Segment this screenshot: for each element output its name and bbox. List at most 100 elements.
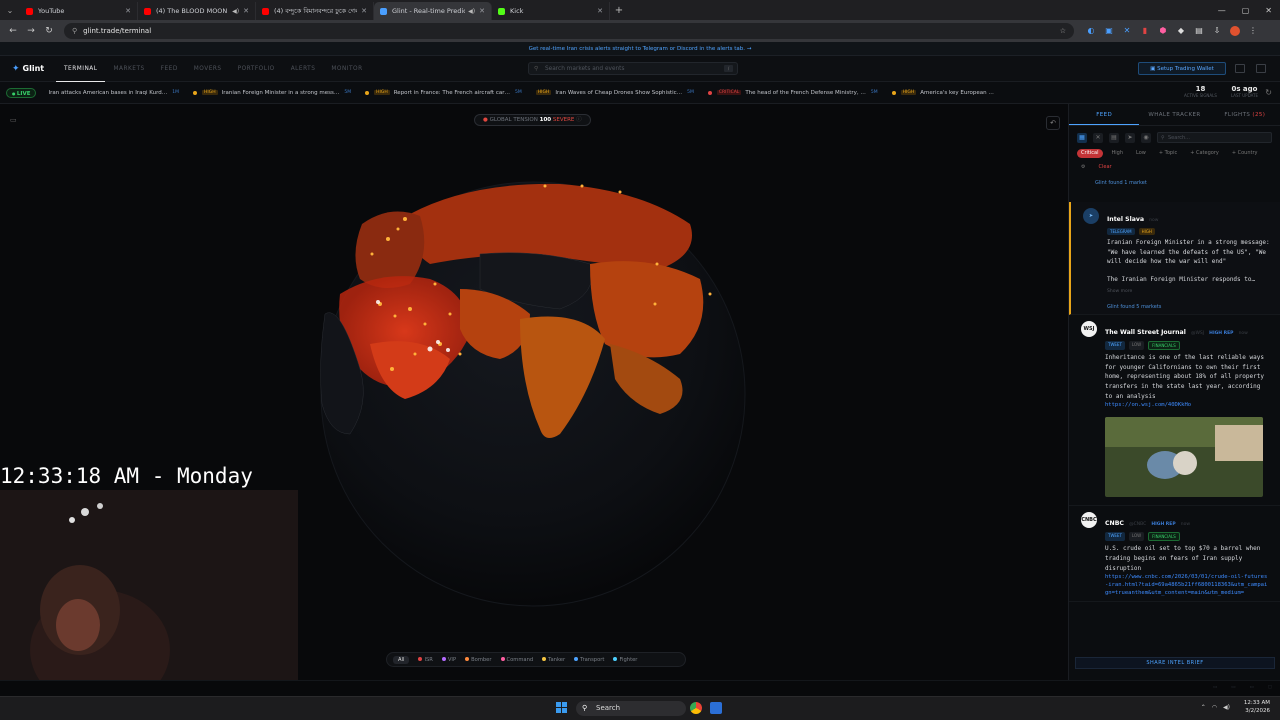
glint-found-markets[interactable]: Glint found 1 market: [1069, 178, 1280, 186]
region-europe[interactable]: [355, 211, 425, 289]
share-intel-brief-button[interactable]: SHARE INTEL BRIEF: [1075, 657, 1275, 669]
chip-topic[interactable]: + Topic: [1155, 149, 1181, 158]
chip-clear[interactable]: Clear: [1094, 163, 1115, 172]
tab-whale-tracker[interactable]: WHALE TRACKER: [1139, 104, 1209, 125]
nav-alerts[interactable]: ALERTS: [283, 56, 324, 82]
speaker-icon[interactable]: ◀): [232, 8, 239, 15]
chip-low[interactable]: Low: [1132, 149, 1150, 158]
market-search-input[interactable]: ⚲ Search markets and events /: [528, 62, 738, 75]
close-icon[interactable]: ✕: [479, 7, 485, 15]
layout-icon[interactable]: [1235, 64, 1245, 73]
close-icon[interactable]: ✕: [597, 7, 603, 15]
grid-icon[interactable]: ▦: [1077, 132, 1087, 143]
legend-tanker[interactable]: Tanker: [542, 656, 565, 663]
ticker-item[interactable]: HIGH America's key European …: [891, 90, 994, 96]
wifi-icon[interactable]: ◠: [1212, 704, 1217, 711]
volume-icon[interactable]: ◀): [1223, 704, 1230, 711]
telegram-icon[interactable]: ➤: [1125, 132, 1135, 143]
feed-post[interactable]: WSJ The Wall Street Journal @WSJ HIGH RE…: [1069, 315, 1280, 507]
ticker-item[interactable]: HIGH Report in France: The French aircraf…: [365, 90, 522, 96]
tab-glint[interactable]: Glint - Real-time Prediction◀) ✕: [374, 2, 492, 20]
ticker-item[interactable]: HIGH Iran Waves of Cheap Drones Show Soph…: [535, 90, 694, 96]
tab-search-icon[interactable]: ⌄: [0, 6, 20, 15]
tab-flights[interactable]: FLIGHTS (25): [1210, 104, 1280, 125]
maximize-icon[interactable]: ▢: [1242, 6, 1250, 15]
minimize-icon[interactable]: —: [1218, 6, 1226, 15]
forward-icon[interactable]: →: [22, 26, 40, 36]
logo[interactable]: ✦ Glint: [0, 64, 56, 74]
extension-icon[interactable]: ⬢: [1158, 26, 1168, 36]
footer-icon[interactable]: ▭: [1231, 685, 1235, 690]
new-tab-button[interactable]: +: [610, 5, 628, 16]
globe-map[interactable]: ▭ ● GLOBAL TENSION 100 SEVERE ⓘ ↶ 12:33:…: [0, 104, 1068, 680]
taskbar-clock[interactable]: 12:33 AM 3/2/2026: [1244, 699, 1270, 715]
fullscreen-icon[interactable]: [1256, 64, 1266, 73]
app-icon[interactable]: [710, 702, 722, 714]
legend-transport[interactable]: Transport: [574, 656, 604, 663]
chip-country[interactable]: + Country: [1228, 149, 1262, 158]
windows-start-icon[interactable]: [556, 702, 568, 714]
extension-icon[interactable]: ◐: [1086, 26, 1096, 36]
glint-found-markets[interactable]: Glint found 5 markets: [1107, 304, 1270, 310]
ticker-item[interactable]: Iran attacks American bases in Iraqi Kur…: [48, 90, 179, 96]
gear-icon[interactable]: ⚙: [1077, 163, 1089, 172]
url-bar[interactable]: ⚲ glint.trade/terminal ☆: [64, 23, 1074, 39]
extension-icon[interactable]: ▮: [1140, 26, 1150, 36]
close-icon[interactable]: ✕: [125, 7, 131, 15]
legend-fighter[interactable]: Fighter: [613, 656, 637, 663]
post-link[interactable]: https://www.cnbc.com/2026/03/01/crude-oi…: [1105, 573, 1270, 597]
legend-command[interactable]: Command: [500, 656, 533, 663]
ticker-item[interactable]: HIGH Iranian Foreign Minister in a strong…: [193, 90, 351, 96]
region-china[interactable]: [590, 261, 704, 358]
close-icon[interactable]: ✕: [361, 7, 367, 15]
back-icon[interactable]: ←: [4, 26, 22, 36]
legend-all[interactable]: All: [393, 655, 410, 664]
legend-bomber[interactable]: Bomber: [465, 656, 492, 663]
x-icon[interactable]: ✕: [1093, 132, 1103, 143]
close-icon[interactable]: ✕: [243, 7, 249, 15]
ticker-item[interactable]: CRITICAL The head of the French Defense M…: [707, 90, 878, 96]
news-icon[interactable]: ▤: [1109, 132, 1119, 143]
reload-icon[interactable]: ↻: [40, 26, 58, 36]
site-info-icon[interactable]: ⚲: [72, 27, 77, 35]
tab-bengali-video[interactable]: (4) বন্দুকে বিমানবন্দরে ঢুকে গেল মা ✕: [256, 2, 374, 20]
puzzle-icon[interactable]: ▤: [1194, 26, 1204, 36]
footer-icon[interactable]: ▭: [1249, 685, 1253, 690]
post-image[interactable]: [1105, 417, 1263, 498]
nav-markets[interactable]: MARKETS: [105, 56, 152, 82]
extension-icon[interactable]: ✕: [1122, 26, 1132, 36]
nav-feed[interactable]: FEED: [153, 56, 186, 82]
menu-icon[interactable]: ⋮: [1248, 26, 1258, 36]
alert-banner[interactable]: Get real-time Iran crisis alerts straigh…: [0, 42, 1280, 56]
feed-post[interactable]: ➤ Intel Slava now TELEGRAM HIGH Iranian F…: [1069, 202, 1280, 315]
eye-icon[interactable]: ◉: [1141, 132, 1151, 143]
tab-blood-moon[interactable]: (4) The BLOOD MOON Prop◀) ✕: [138, 2, 256, 20]
chip-critical[interactable]: Critical: [1077, 149, 1103, 158]
chip-category[interactable]: + Category: [1186, 149, 1223, 158]
show-more-link[interactable]: Show more: [1107, 289, 1270, 294]
extension-icon[interactable]: ▣: [1104, 26, 1114, 36]
nav-portfolio[interactable]: PORTFOLIO: [230, 56, 283, 82]
up-arrow-icon[interactable]: ⌃: [1201, 704, 1206, 711]
tab-feed[interactable]: FEED: [1069, 104, 1140, 125]
footer-icon[interactable]: ▭: [1213, 685, 1217, 690]
post-link[interactable]: https://on.wsj.com/40DKkHo: [1105, 401, 1270, 409]
taskbar-search[interactable]: ⚲ Search: [576, 701, 686, 716]
nav-monitor[interactable]: MONITOR: [323, 56, 370, 82]
chip-high[interactable]: High: [1108, 149, 1128, 158]
legend-vip[interactable]: VIP: [441, 656, 456, 663]
bookmark-star-icon[interactable]: ☆: [1060, 27, 1066, 35]
setup-wallet-button[interactable]: ▣ Setup Trading Wallet: [1138, 62, 1226, 75]
feed-search-input[interactable]: ⚲ Search...: [1157, 132, 1272, 143]
extension-icon[interactable]: ◆: [1176, 26, 1186, 36]
refresh-icon[interactable]: ↻: [1265, 88, 1272, 97]
tab-kick[interactable]: Kick ✕: [492, 2, 610, 20]
nav-movers[interactable]: MOVERS: [186, 56, 230, 82]
speaker-icon[interactable]: ◀): [468, 8, 475, 15]
tab-youtube[interactable]: YouTube ✕: [20, 2, 138, 20]
feed-post[interactable]: CNBC CNBC @CNBC HIGH REP now TWEET LOW FIN…: [1069, 506, 1280, 603]
close-window-icon[interactable]: ✕: [1265, 6, 1272, 15]
nav-terminal[interactable]: TERMINAL: [56, 56, 106, 82]
chat-icon[interactable]: ▢: [1268, 685, 1272, 690]
profile-avatar[interactable]: [1230, 26, 1240, 36]
